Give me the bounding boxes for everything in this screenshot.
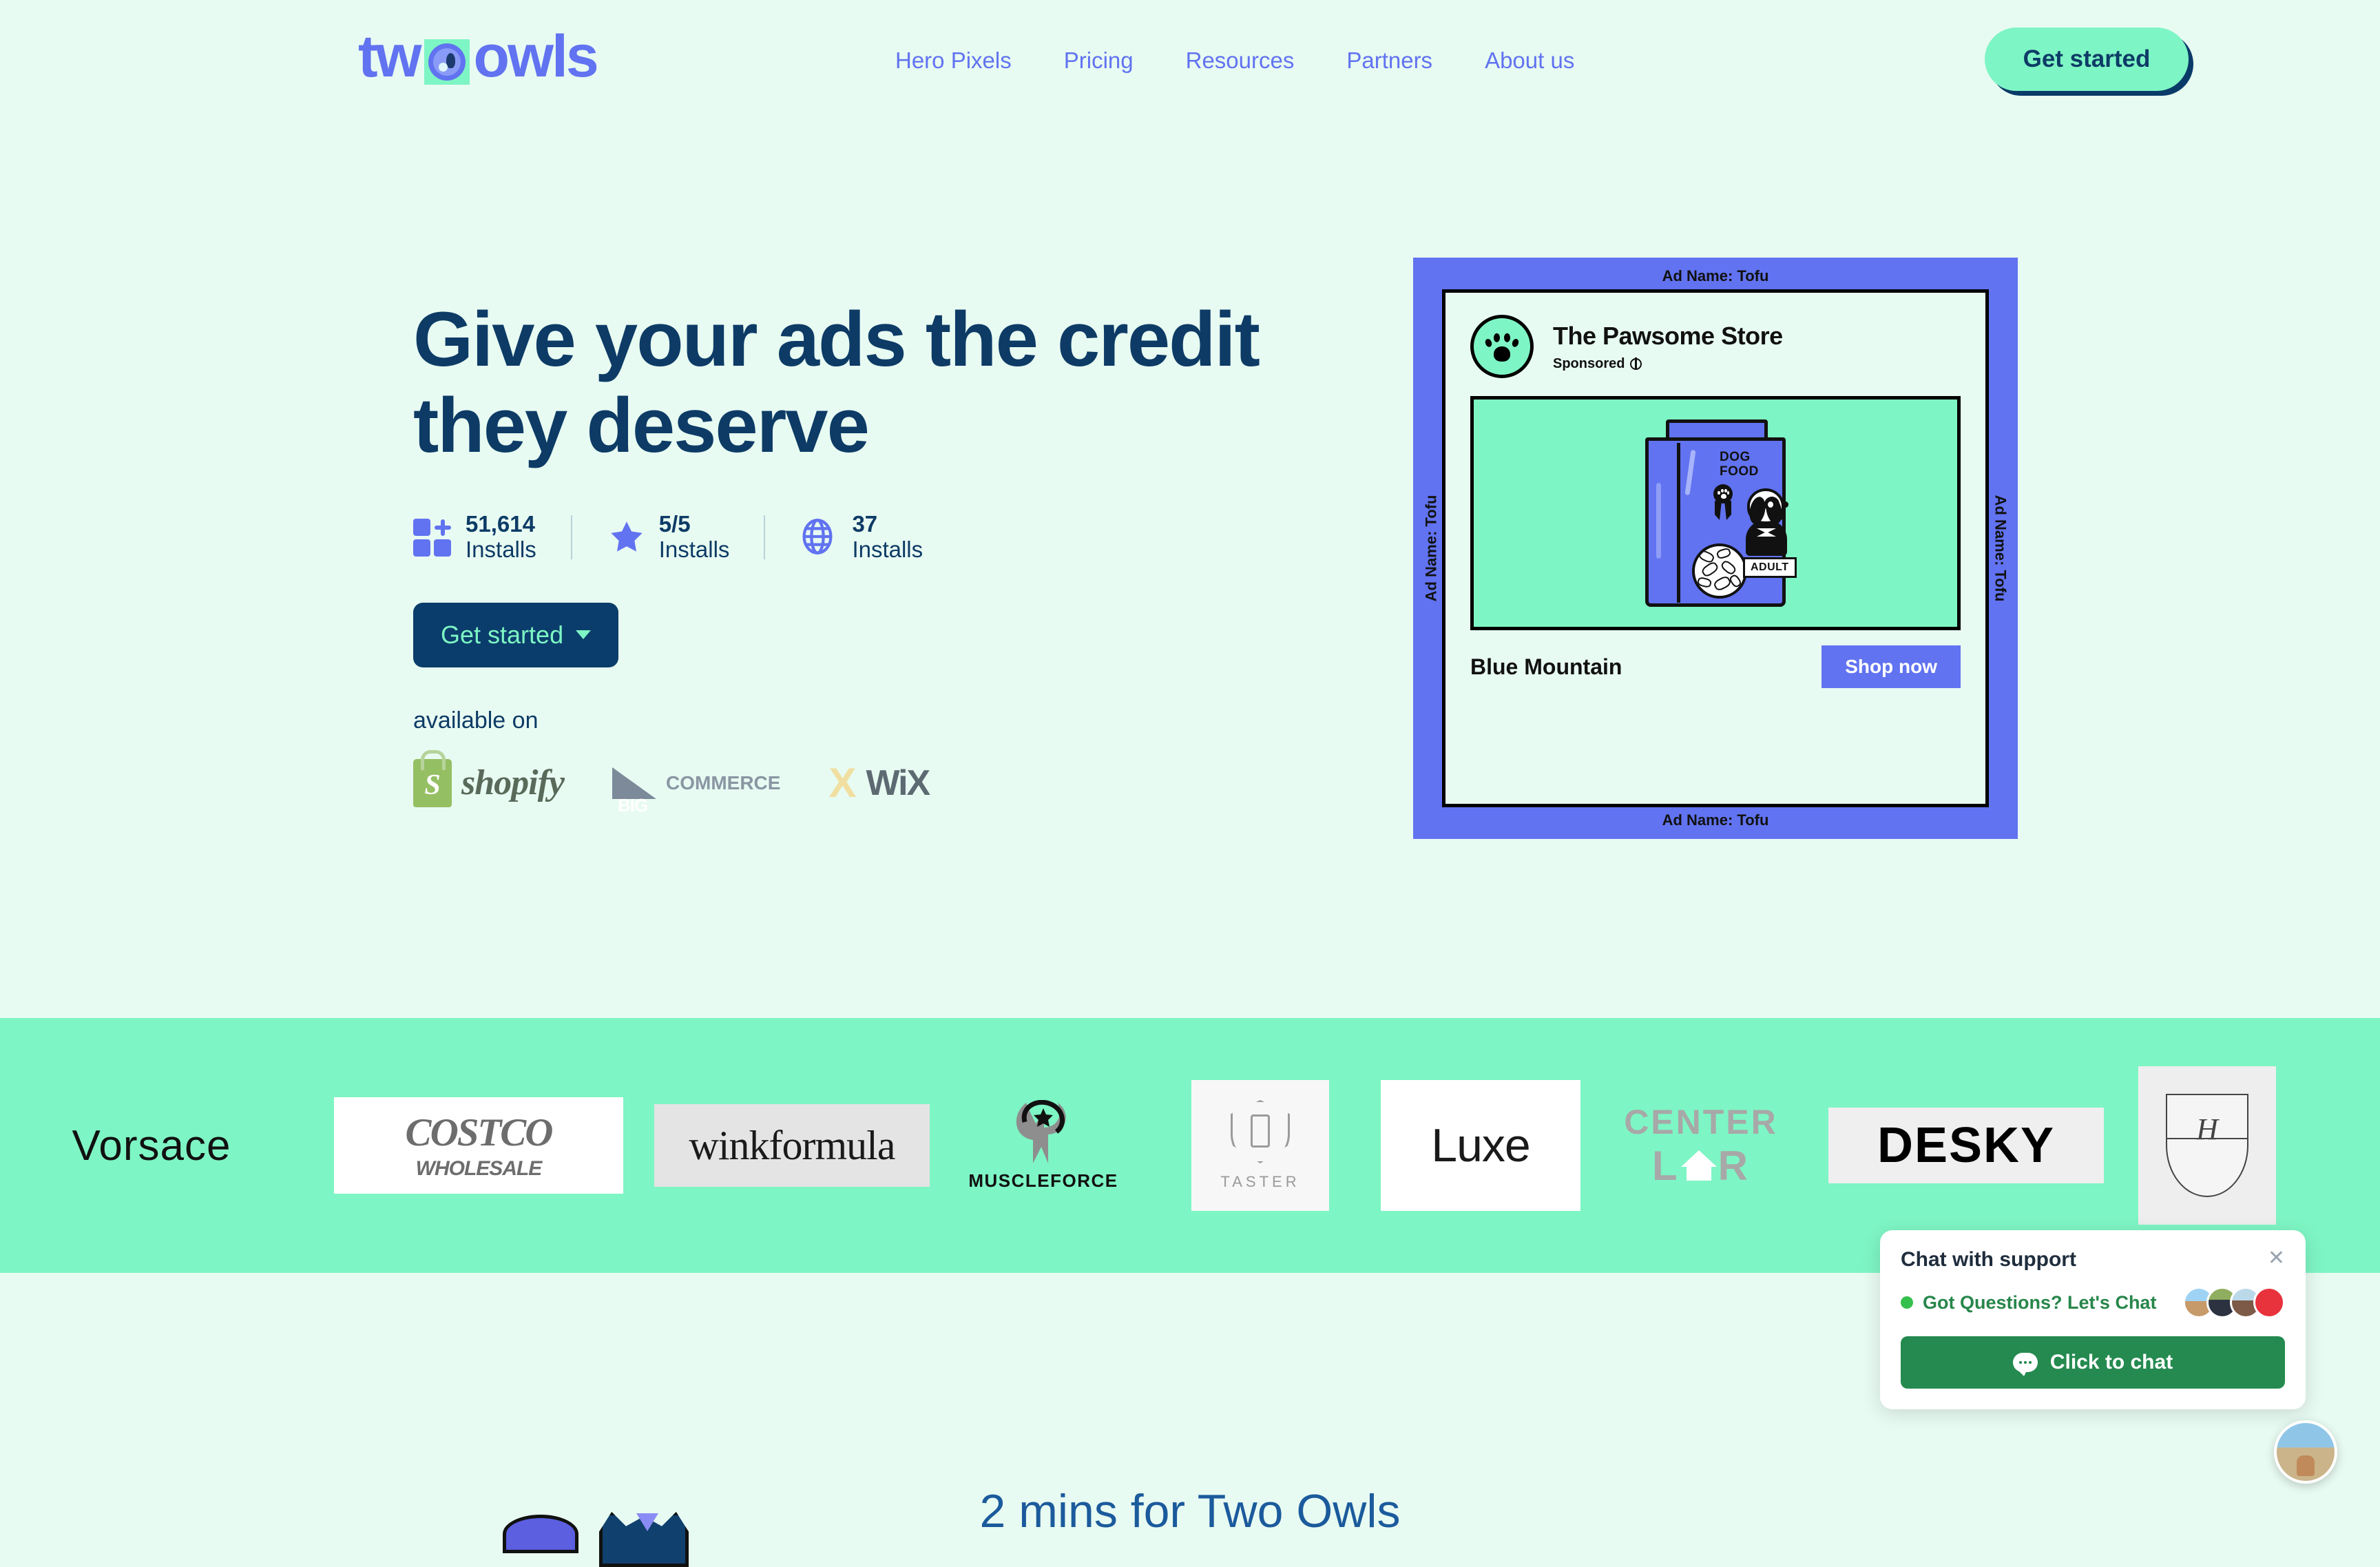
chat-bubble-icon (2012, 1353, 2038, 1376)
ad-header: The Pawsome Store Sponsored (1445, 293, 1985, 378)
ad-name-label-bottom: Ad Name: Tofu (1662, 811, 1769, 829)
bigcommerce-big-text: BIG (618, 794, 648, 816)
award-ribbon-icon (1711, 484, 1735, 520)
agent-avatars (2183, 1287, 2285, 1318)
main-navigation: Hero Pixels Pricing Resources Partners A… (895, 0, 1574, 121)
chat-button-label: Click to chat (2049, 1351, 2173, 1373)
ad-preview-card: Ad Name: Tofu Ad Name: Tofu Ad Name: Tof… (1413, 258, 2018, 839)
globe-icon (1630, 357, 1642, 370)
shop-now-button[interactable]: Shop now (1821, 645, 1961, 688)
crest-shield-icon (2166, 1094, 2248, 1197)
bigcommerce-logo[interactable]: BIG COMMERCE (612, 767, 781, 816)
chat-support-widget: Chat with support ✕ Got Questions? Let's… (1880, 1230, 2306, 1409)
ad-brand-name: Blue Mountain (1470, 654, 1622, 679)
page-title: Give your ads the credit they deserve (413, 296, 1377, 469)
shopify-bag-icon (413, 749, 452, 807)
site-header: tw owls Hero Pixels Pricing Resources Pa… (0, 0, 2380, 121)
brand-logo-taster: TASTER (1157, 1018, 1364, 1273)
nav-item-pricing[interactable]: Pricing (1064, 48, 1134, 74)
stat-installs-count: 51,614 Installs (413, 510, 536, 563)
avatar (2253, 1287, 2285, 1318)
shopify-logo[interactable]: shopify (413, 749, 565, 807)
stat-label: Installs (466, 536, 536, 562)
chat-status: Got Questions? Let's Chat (1901, 1292, 2156, 1314)
brand-logo-centerlar: CENTER LR (1624, 1102, 1778, 1189)
chevron-down-icon (576, 630, 592, 640)
ad-store-name: The Pawsome Store (1553, 321, 1783, 350)
nav-item-hero-pixels[interactable]: Hero Pixels (895, 48, 1012, 74)
adult-badge: ADULT (1743, 557, 1797, 578)
owl-circle-logo-icon (424, 39, 470, 85)
chat-title: Chat with support (1901, 1248, 2076, 1271)
kibble-icon (1692, 543, 1747, 599)
brand-logo-vorsace: Vorsace (72, 1121, 231, 1170)
nav-item-partners[interactable]: Partners (1346, 48, 1432, 74)
nav-item-about-us[interactable]: About us (1485, 48, 1574, 74)
chat-status-text: Got Questions? Let's Chat (1923, 1291, 2157, 1313)
ad-product-image: DOG FOOD ADULT (1470, 396, 1961, 630)
grid-plus-icon (413, 517, 453, 557)
star-icon (607, 517, 647, 557)
ad-name-label-right: Ad Name: Tofu (1992, 495, 2009, 602)
wix-wordmark: WiX (866, 762, 930, 803)
logo-text-right: owls (473, 23, 599, 90)
shopify-wordmark: shopify (461, 763, 565, 803)
globe-icon (800, 517, 839, 557)
bigcommerce-triangle-icon: BIG (612, 767, 656, 816)
ad-sponsored-row: Sponsored (1553, 356, 1783, 372)
dog-food-bag-illustration: DOG FOOD ADULT (1638, 419, 1797, 607)
stat-divider (764, 515, 766, 559)
ad-name-label-top: Ad Name: Tofu (1662, 267, 1769, 284)
paw-print-icon (1470, 315, 1534, 378)
wix-mascot-icon: X (828, 759, 857, 806)
stat-label: Installs (852, 536, 923, 562)
brand-logo-muscleforce: MUSCLEFORCE (930, 1018, 1157, 1273)
bag-text: DOG FOOD (1720, 450, 1759, 479)
stat-value: 37 (852, 510, 878, 537)
stat-divider (570, 515, 572, 559)
brand-logo-costco: COSTCO WHOLESALE (303, 1018, 654, 1273)
nav-item-resources[interactable]: Resources (1186, 48, 1295, 74)
stat-label: Installs (658, 536, 730, 562)
stat-rating: 5/5 Installs (607, 510, 730, 563)
wix-logo[interactable]: X WiX (828, 759, 930, 806)
dog-illustration (1736, 488, 1794, 560)
hero-title-line-1: Give your ads the credit (413, 296, 1260, 382)
hero-stats: 51,614 Installs 5/5 Installs 37 Installs (413, 510, 1377, 563)
platform-logos: shopify BIG COMMERCE X WiX (413, 749, 1377, 816)
house-icon (1680, 1150, 1717, 1181)
sponsored-label: Sponsored (1553, 355, 1625, 371)
bigcommerce-wordmark: COMMERCE (666, 771, 781, 793)
online-status-dot-icon (1901, 1296, 1913, 1309)
floating-avatar-button[interactable] (2274, 1420, 2337, 1484)
ad-footer: Blue Mountain Shop now (1445, 630, 1985, 688)
stat-value: 51,614 (466, 510, 535, 537)
available-on-label: available on (413, 707, 539, 734)
hero-cta-label: Get started (441, 620, 564, 649)
ad-inner-panel: The Pawsome Store Sponsored DOG FOOD ADU… (1442, 289, 1989, 807)
header-get-started-button[interactable]: Get started (1985, 28, 2189, 91)
logo-text-left: tw (358, 23, 422, 90)
click-to-chat-button[interactable]: Click to chat (1901, 1336, 2285, 1389)
centerlar-second-line: LR (1651, 1142, 1750, 1189)
hero-title-line-2: they deserve (413, 382, 870, 469)
owl-illustration (503, 1505, 689, 1567)
hero-section: Give your ads the credit they deserve 51… (413, 296, 1377, 816)
taster-mark-icon (1231, 1100, 1290, 1163)
stat-countries: 37 Installs (800, 510, 923, 563)
header-cta-wrapper: Get started (1985, 28, 2193, 96)
muscleforce-mark-icon (1005, 1099, 1081, 1166)
brand-logo-winkformula: winkformula (654, 1018, 930, 1273)
close-icon[interactable]: ✕ (2268, 1248, 2285, 1269)
ad-name-label-left: Ad Name: Tofu (1422, 495, 1439, 602)
site-logo[interactable]: tw owls (358, 22, 599, 91)
stat-value: 5/5 (658, 510, 691, 537)
brand-logo-luxe: Luxe (1364, 1018, 1598, 1273)
bottom-section-title: 2 mins for Two Owls (979, 1485, 1401, 1537)
hero-get-started-button[interactable]: Get started (413, 602, 619, 667)
